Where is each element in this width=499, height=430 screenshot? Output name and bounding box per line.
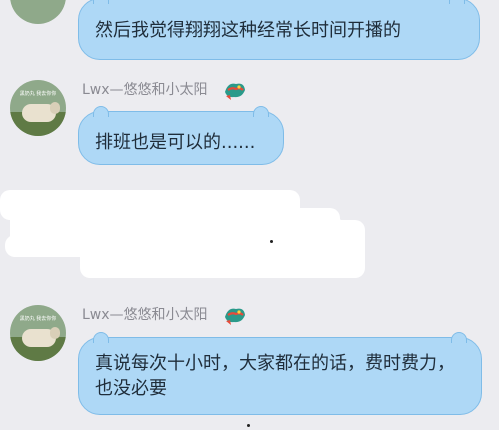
avatar[interactable] [10, 0, 66, 24]
stray-pixel [247, 424, 250, 427]
sender-name[interactable]: Lwx—悠悠和小太阳 [82, 81, 208, 99]
stray-pixel [270, 240, 273, 243]
bubble-ear-decoration [93, 332, 109, 343]
avatar[interactable]: 黑奶丸 我去你你 [10, 80, 66, 136]
message-text: 然后我觉得翔翔这种经常长时间开播的 [95, 20, 401, 41]
avatar-caption: 黑奶丸 我去你你 [19, 316, 57, 322]
chat-window: 然后我觉得翔翔这种经常长时间开播的 黑奶丸 我去你你 Lwx—悠悠和小太阳 排班… [0, 0, 499, 430]
avatar[interactable]: 黑奶丸 我去你你 [10, 305, 66, 361]
avatar-caption: 黑奶丸 我去你你 [19, 91, 57, 97]
sender-name[interactable]: Lwx—悠悠和小太阳 [82, 306, 208, 324]
bubble-ear-decoration [451, 332, 467, 343]
bubble-ear-decoration [93, 106, 109, 117]
message-text: 排班也是可以的...... [95, 132, 256, 153]
bubble-ear-decoration [449, 0, 465, 4]
message-bubble[interactable]: 真说每次十小时，大家都在的话，费时费力，也没必要 [78, 332, 482, 415]
dragon-badge-icon [225, 308, 245, 325]
dragon-badge-icon [225, 83, 245, 100]
avatar-sheep-head [50, 327, 60, 339]
message-bubble[interactable]: 排班也是可以的...... [78, 106, 284, 165]
redacted-region [0, 180, 370, 280]
bubble-ear-decoration [253, 106, 269, 117]
avatar-sheep-head [50, 102, 60, 114]
message-bubble[interactable]: 然后我觉得翔翔这种经常长时间开播的 [78, 0, 480, 60]
bubble-ear-decoration [93, 0, 109, 4]
message-text: 真说每次十小时，大家都在的话，费时费力，也没必要 [95, 353, 455, 399]
